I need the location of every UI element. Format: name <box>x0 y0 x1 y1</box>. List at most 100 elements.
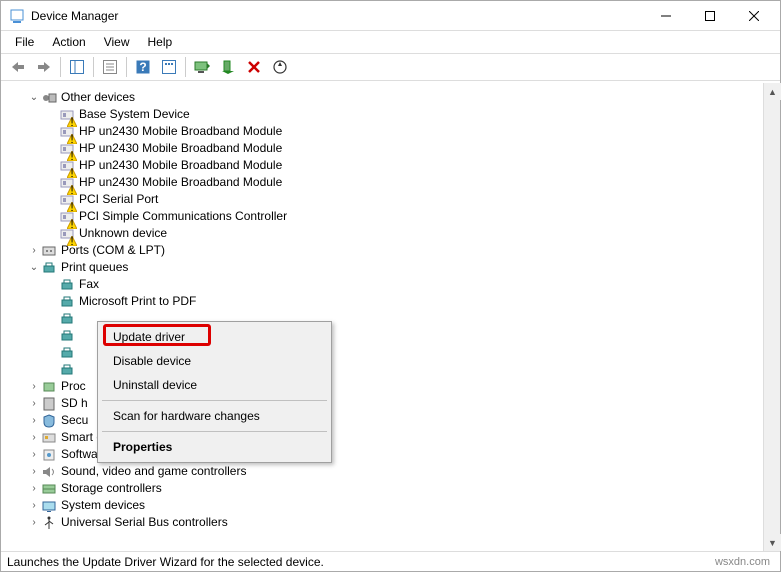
category-label: Storage controllers <box>61 480 162 497</box>
tree-item-print-queue[interactable]: Fax <box>13 276 763 293</box>
statusbar: Launches the Update Driver Wizard for th… <box>1 551 780 571</box>
context-properties[interactable]: Properties <box>101 435 328 459</box>
device-icon: ! <box>59 124 75 140</box>
tree-item-other-device[interactable]: !PCI Serial Port <box>13 191 763 208</box>
close-button[interactable] <box>732 2 776 30</box>
category-icon <box>41 430 57 446</box>
chevron-down-icon[interactable]: ⌄ <box>27 91 41 105</box>
svg-text:?: ? <box>139 60 146 74</box>
device-label: HP un2430 Mobile Broadband Module <box>79 157 282 174</box>
tree-item-other-device[interactable]: !PCI Simple Communications Controller <box>13 208 763 225</box>
chevron-right-icon[interactable]: › <box>27 516 41 530</box>
category-label: Print queues <box>61 259 128 276</box>
show-hidden-devices-button[interactable] <box>157 55 181 79</box>
category-icon <box>41 379 57 395</box>
titlebar: Device Manager <box>1 1 780 31</box>
properties-button[interactable] <box>98 55 122 79</box>
context-disable-device[interactable]: Disable device <box>101 349 328 373</box>
printer-icon <box>59 328 75 344</box>
menubar: File Action View Help <box>1 31 780 53</box>
show-hide-console-tree-button[interactable] <box>65 55 89 79</box>
chevron-right-icon[interactable]: › <box>27 482 41 496</box>
tree-category-storage[interactable]: › Storage controllers <box>13 480 763 497</box>
scroll-down-button[interactable]: ▼ <box>764 534 781 551</box>
chevron-right-icon[interactable]: › <box>27 414 41 428</box>
annotation-highlight <box>103 324 211 346</box>
printer-icon <box>59 294 75 310</box>
warning-icon: ! <box>67 234 77 244</box>
watermark: wsxdn.com <box>715 556 770 568</box>
tree-item-print-queue[interactable]: Microsoft Print to PDF <box>13 293 763 310</box>
device-label: Unknown device <box>79 225 167 242</box>
forward-button[interactable] <box>32 55 56 79</box>
window-title: Device Manager <box>31 9 644 23</box>
scan-hardware-button[interactable] <box>268 55 292 79</box>
back-button[interactable] <box>6 55 30 79</box>
category-label: Sound, video and game controllers <box>61 463 246 480</box>
menu-action[interactable]: Action <box>44 33 93 51</box>
chevron-right-icon[interactable]: › <box>27 465 41 479</box>
printer-icon <box>59 345 75 361</box>
tree-category-system[interactable]: › System devices <box>13 497 763 514</box>
status-text: Launches the Update Driver Wizard for th… <box>7 555 324 569</box>
category-label: Secu <box>61 412 88 429</box>
chevron-right-icon[interactable]: › <box>27 244 41 258</box>
tree-category-print-queues[interactable]: ⌄ Print queues <box>13 259 763 276</box>
menu-file[interactable]: File <box>7 33 42 51</box>
chevron-right-icon[interactable]: › <box>27 448 41 462</box>
tree-category-sound[interactable]: › Sound, video and game controllers <box>13 463 763 480</box>
device-icon: ! <box>59 107 75 123</box>
chevron-right-icon[interactable]: › <box>27 431 41 445</box>
chevron-down-icon[interactable]: ⌄ <box>27 261 41 275</box>
device-label: PCI Simple Communications Controller <box>79 208 287 225</box>
device-label: Fax <box>79 276 99 293</box>
category-icon <box>41 515 57 531</box>
minimize-button[interactable] <box>644 2 688 30</box>
category-label: Universal Serial Bus controllers <box>61 514 228 531</box>
category-icon <box>41 481 57 497</box>
category-icon <box>41 447 57 463</box>
printer-icon <box>41 260 57 276</box>
tree-item-other-device[interactable]: !Unknown device <box>13 225 763 242</box>
tree-item-other-device[interactable]: !HP un2430 Mobile Broadband Module <box>13 174 763 191</box>
help-button[interactable]: ? <box>131 55 155 79</box>
device-icon: ! <box>59 226 75 242</box>
category-label: System devices <box>61 497 145 514</box>
category-icon <box>41 396 57 412</box>
toolbar: ? <box>1 53 780 81</box>
tree-item-other-device[interactable]: !Base System Device <box>13 106 763 123</box>
separator <box>126 57 127 77</box>
chevron-right-icon[interactable]: › <box>27 397 41 411</box>
app-icon <box>9 8 25 24</box>
device-label: HP un2430 Mobile Broadband Module <box>79 140 282 157</box>
device-label: Base System Device <box>79 106 190 123</box>
menu-view[interactable]: View <box>96 33 138 51</box>
scroll-up-button[interactable]: ▲ <box>764 83 781 100</box>
category-icon <box>41 498 57 514</box>
device-icon: ! <box>59 192 75 208</box>
context-uninstall-device[interactable]: Uninstall device <box>101 373 328 397</box>
context-scan-hardware[interactable]: Scan for hardware changes <box>101 404 328 428</box>
tree-item-other-device[interactable]: !HP un2430 Mobile Broadband Module <box>13 157 763 174</box>
enable-device-button[interactable] <box>216 55 240 79</box>
uninstall-device-button[interactable] <box>242 55 266 79</box>
tree-category-usb[interactable]: › Universal Serial Bus controllers <box>13 514 763 531</box>
printer-icon <box>59 362 75 378</box>
vertical-scrollbar[interactable]: ▲ ▼ <box>763 83 780 551</box>
tree-item-other-device[interactable]: !HP un2430 Mobile Broadband Module <box>13 140 763 157</box>
update-driver-button[interactable] <box>190 55 214 79</box>
chevron-right-icon[interactable]: › <box>27 499 41 513</box>
tree-item-other-device[interactable]: !HP un2430 Mobile Broadband Module <box>13 123 763 140</box>
svg-text:!: ! <box>70 236 73 246</box>
printer-icon <box>59 311 75 327</box>
menu-help[interactable]: Help <box>140 33 181 51</box>
tree-category-other-devices[interactable]: ⌄ Other devices <box>13 89 763 106</box>
context-separator <box>102 431 327 432</box>
device-tree[interactable]: ⌄ Other devices !Base System Device!HP u… <box>1 83 763 551</box>
ports-icon <box>41 243 57 259</box>
maximize-button[interactable] <box>688 2 732 30</box>
device-icon: ! <box>59 141 75 157</box>
tree-category-ports[interactable]: › Ports (COM & LPT) <box>13 242 763 259</box>
separator <box>93 57 94 77</box>
chevron-right-icon[interactable]: › <box>27 380 41 394</box>
